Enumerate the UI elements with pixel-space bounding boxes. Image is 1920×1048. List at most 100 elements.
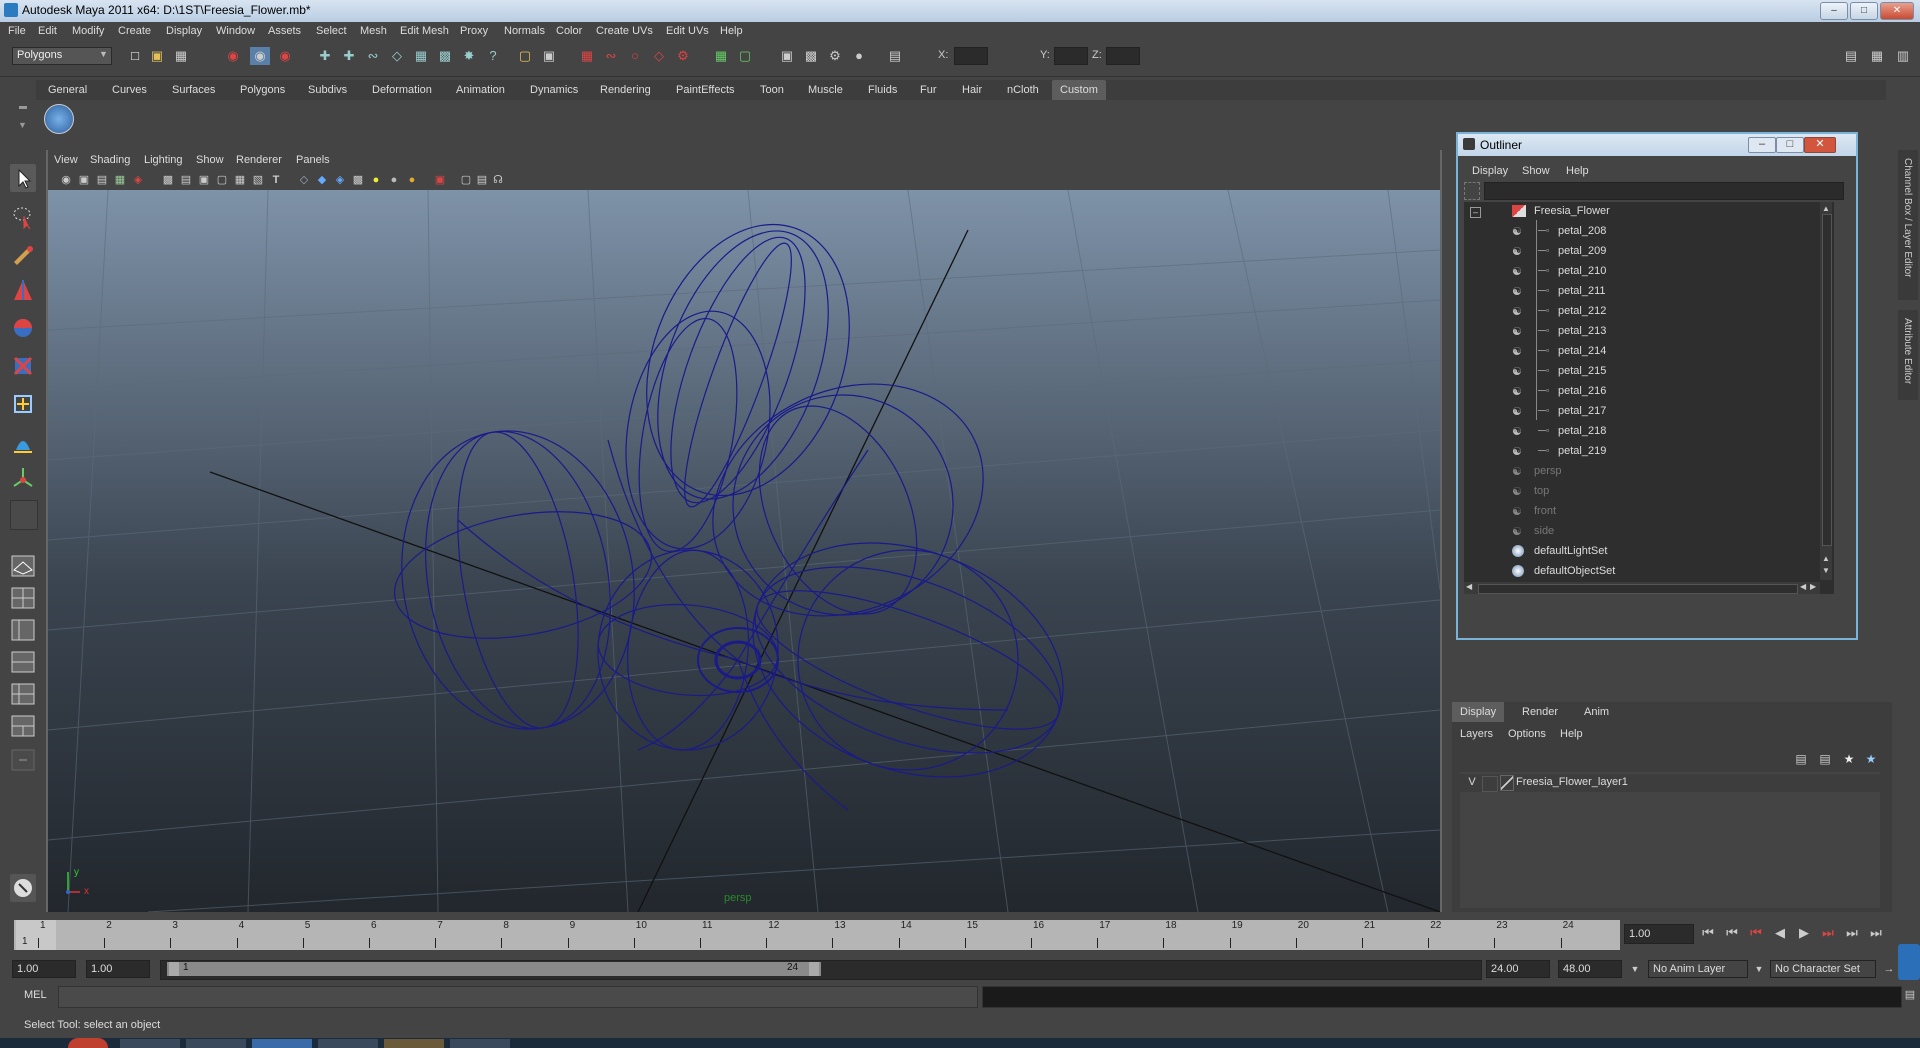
select-hierarchy-icon[interactable]: ◉ bbox=[224, 47, 242, 65]
go-to-start-icon[interactable]: ⏮ bbox=[1698, 924, 1718, 942]
select-component-icon[interactable]: ◉ bbox=[276, 47, 294, 65]
make-live-icon[interactable]: ⚙ bbox=[674, 47, 692, 65]
shelf-tab-toon[interactable]: Toon bbox=[760, 84, 784, 96]
single-perspective-layout-icon[interactable] bbox=[10, 552, 36, 580]
layer-menu-help[interactable]: Help bbox=[1560, 728, 1583, 740]
taskbar-item[interactable] bbox=[120, 1039, 180, 1048]
shelf-tab-muscle[interactable]: Muscle bbox=[808, 84, 843, 96]
taskbar-item[interactable] bbox=[186, 1039, 246, 1048]
new-empty-layer-icon[interactable]: ★ bbox=[1840, 750, 1858, 768]
menu-create[interactable]: Create bbox=[118, 25, 151, 37]
outliner-item-front[interactable]: front bbox=[1534, 505, 1556, 517]
outliner-item-side[interactable]: side bbox=[1534, 525, 1554, 537]
outliner-minimize-button[interactable]: – bbox=[1748, 137, 1776, 153]
snap-point-icon[interactable]: ○ bbox=[626, 47, 644, 65]
shelf-tabs-toggle-icon[interactable]: ▼ bbox=[18, 120, 27, 130]
select-deformation-icon[interactable]: ▦ bbox=[412, 47, 430, 65]
shelf-tab-surfaces[interactable]: Surfaces bbox=[172, 84, 215, 96]
viewport-menu-show[interactable]: Show bbox=[196, 154, 224, 166]
outliner-root-node[interactable]: Freesia_Flower bbox=[1534, 205, 1610, 217]
current-frame-marker[interactable]: 1 bbox=[16, 920, 56, 950]
select-curve-icon[interactable]: ∾ bbox=[364, 47, 382, 65]
wireframe-shading-icon[interactable]: ◇ bbox=[296, 171, 312, 189]
menu-assets[interactable]: Assets bbox=[268, 25, 301, 37]
render-settings-icon[interactable]: ⚙ bbox=[826, 47, 844, 65]
image-plane-icon[interactable]: ▦ bbox=[112, 171, 128, 189]
select-misc-icon[interactable]: ? bbox=[484, 47, 502, 65]
highlight-selection-icon[interactable]: ▣ bbox=[540, 47, 558, 65]
layer-row[interactable]: V Freesia_Flower_layer1 bbox=[1460, 774, 1880, 792]
outliner-menu-help[interactable]: Help bbox=[1566, 165, 1589, 177]
menu-create-uvs[interactable]: Create UVs bbox=[596, 25, 653, 37]
range-start-handle[interactable] bbox=[169, 962, 179, 976]
outliner-item-petal-213[interactable]: petal_213 bbox=[1558, 325, 1606, 337]
scroll-left-icon[interactable]: ◀ bbox=[1800, 582, 1806, 591]
play-backwards-icon[interactable]: ◀ bbox=[1770, 924, 1790, 942]
character-set-dropdown-icon[interactable]: ▼ bbox=[1752, 960, 1766, 978]
z-field[interactable] bbox=[1106, 47, 1140, 65]
step-forward-frame-icon[interactable]: ⏭ bbox=[1818, 924, 1838, 942]
soft-modification-tool-icon[interactable] bbox=[10, 428, 36, 456]
move-layer-down-icon[interactable]: ▤ bbox=[1816, 750, 1834, 768]
outliner-menu-display[interactable]: Display bbox=[1472, 165, 1508, 177]
outliner-item-petal-210[interactable]: petal_210 bbox=[1558, 265, 1606, 277]
move-tool-icon[interactable] bbox=[10, 276, 36, 304]
scroll-left-icon[interactable]: ◀ bbox=[1466, 582, 1472, 591]
range-slider-bar[interactable]: 1 24 bbox=[167, 962, 821, 976]
shelf-tab-curves[interactable]: Curves bbox=[112, 84, 147, 96]
film-gate-icon[interactable]: ▤ bbox=[178, 171, 194, 189]
anim-layer-dropdown-icon[interactable]: ▼ bbox=[1628, 960, 1642, 978]
perspective-viewport[interactable]: y x persp bbox=[47, 189, 1441, 913]
menu-select[interactable]: Select bbox=[316, 25, 347, 37]
layer-menu-layers[interactable]: Layers bbox=[1460, 728, 1493, 740]
isolate-select-icon[interactable]: ▣ bbox=[432, 171, 448, 189]
all-lights-icon[interactable]: ● bbox=[386, 171, 402, 189]
open-scene-icon[interactable]: ▣ bbox=[148, 47, 166, 65]
outliner-filter-input[interactable] bbox=[1484, 182, 1844, 200]
new-layer-from-selected-icon[interactable]: ★ bbox=[1862, 750, 1880, 768]
scrollbar-thumb[interactable] bbox=[1822, 214, 1832, 546]
render-current-frame-icon[interactable]: ▣ bbox=[778, 47, 796, 65]
playback-start-field[interactable]: 1.00 bbox=[86, 960, 150, 978]
hypershade-icon[interactable]: ● bbox=[850, 47, 868, 65]
bookmarks-icon[interactable]: ▤ bbox=[94, 171, 110, 189]
shelf-tab-dynamics[interactable]: Dynamics bbox=[530, 84, 578, 96]
key-icon[interactable]: → bbox=[1880, 960, 1898, 978]
snap-curve-icon[interactable]: ∾ bbox=[602, 47, 620, 65]
select-dynamics-icon[interactable]: ▩ bbox=[436, 47, 454, 65]
universal-manipulator-icon[interactable] bbox=[10, 390, 36, 418]
range-end-handle[interactable] bbox=[809, 962, 819, 976]
toolbox-more-icon[interactable] bbox=[10, 746, 36, 774]
outliner-item-petal-216[interactable]: petal_216 bbox=[1558, 385, 1606, 397]
end-time-field[interactable]: 48.00 bbox=[1558, 960, 1622, 978]
outliner-horizontal-scrollbar[interactable]: ◀ ◀ ▶ bbox=[1464, 582, 1820, 594]
ipr-render-icon[interactable]: ▩ bbox=[802, 47, 820, 65]
start-button[interactable] bbox=[68, 1038, 108, 1048]
command-input[interactable] bbox=[58, 986, 978, 1008]
layer-menu-options[interactable]: Options bbox=[1508, 728, 1546, 740]
default-lighting-icon[interactable]: ● bbox=[368, 171, 384, 189]
field-chart-icon[interactable]: ▦ bbox=[232, 171, 248, 189]
range-slider-track[interactable]: 1 24 bbox=[160, 960, 1482, 980]
shelf-tab-subdivs[interactable]: Subdivs bbox=[308, 84, 347, 96]
start-time-field[interactable]: 1.00 bbox=[12, 960, 76, 978]
outliner-filter-toggle-icon[interactable] bbox=[1464, 182, 1480, 200]
menu-set-dropdown[interactable]: Polygons ▼ bbox=[12, 47, 112, 65]
outliner-item-persp[interactable]: persp bbox=[1534, 465, 1562, 477]
layer-name[interactable]: Freesia_Flower_layer1 bbox=[1516, 776, 1628, 788]
scroll-up-icon[interactable]: ▲ bbox=[1822, 204, 1830, 213]
new-scene-icon[interactable]: □ bbox=[126, 47, 144, 65]
taskbar-item[interactable] bbox=[384, 1039, 444, 1048]
outliner-menu-show[interactable]: Show bbox=[1522, 165, 1550, 177]
viewport-menu-panels[interactable]: Panels bbox=[296, 154, 330, 166]
viewport-menu-shading[interactable]: Shading bbox=[90, 154, 130, 166]
taskbar-item[interactable] bbox=[252, 1039, 312, 1048]
play-forwards-icon[interactable]: ▶ bbox=[1794, 924, 1814, 942]
scroll-up-icon[interactable]: ▲ bbox=[1822, 554, 1830, 563]
taskbar-item[interactable] bbox=[450, 1039, 510, 1048]
outliner-item-petal-217[interactable]: petal_217 bbox=[1558, 405, 1606, 417]
shelf-tab-painteffects[interactable]: PaintEffects bbox=[676, 84, 735, 96]
menu-window[interactable]: Window bbox=[216, 25, 255, 37]
scale-tool-icon[interactable] bbox=[10, 352, 36, 380]
shelf-tab-polygons[interactable]: Polygons bbox=[240, 84, 285, 96]
